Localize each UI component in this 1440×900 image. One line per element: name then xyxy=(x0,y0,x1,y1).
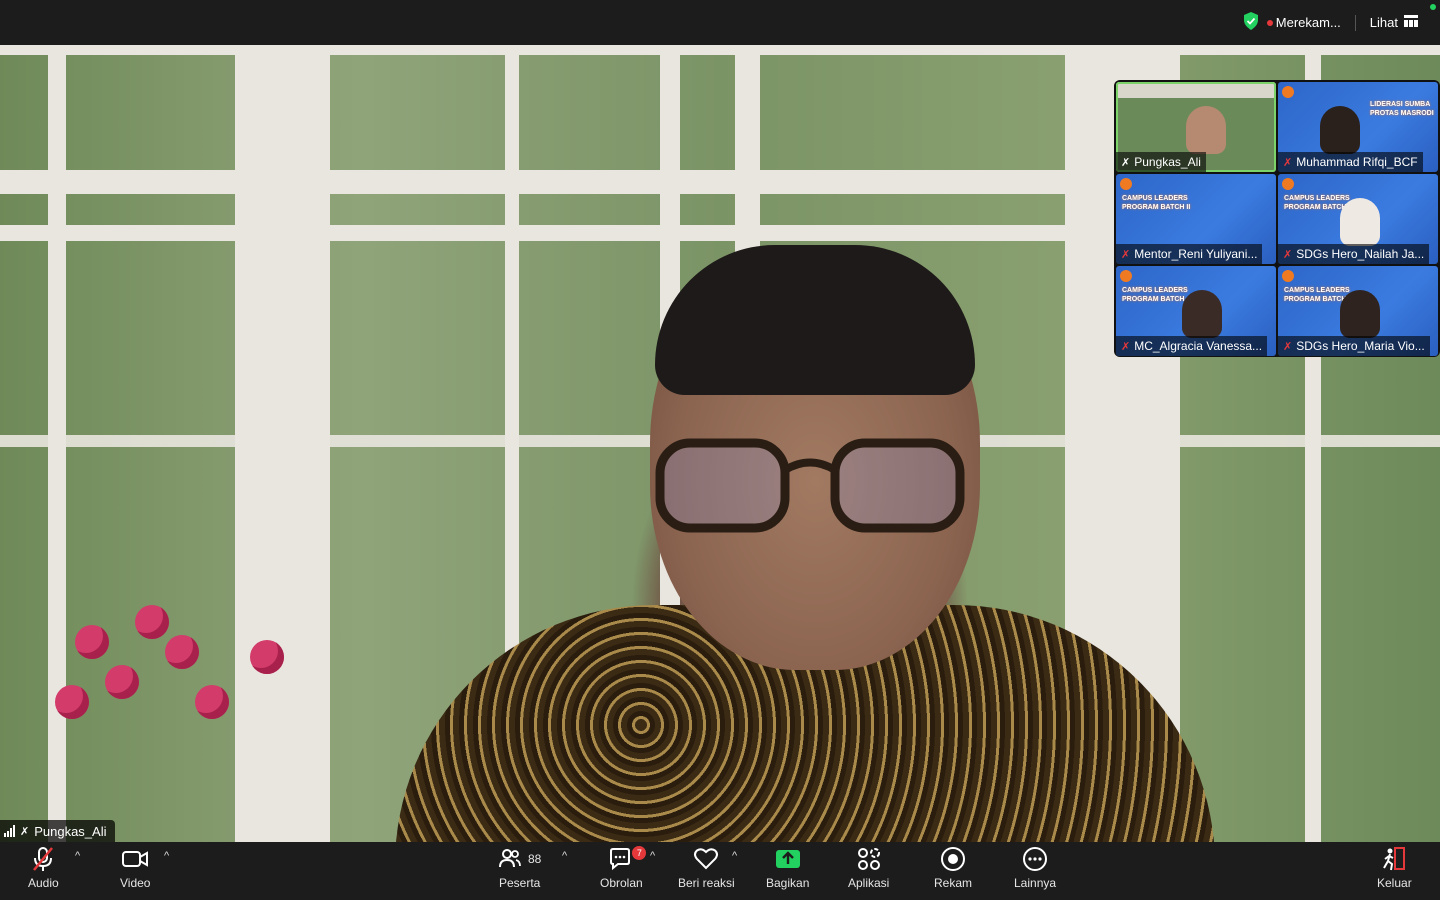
unmuted-mic-icon: ✗ xyxy=(1121,156,1131,169)
participant-tile[interactable]: CAMPUS LEADERS PROGRAM BATCH II ✗ Mentor… xyxy=(1116,174,1276,264)
leave-label: Keluar xyxy=(1377,876,1412,890)
muted-mic-icon xyxy=(31,846,55,872)
video-camera-icon xyxy=(121,846,149,872)
participant-label: ✗ SDGs Hero_Maria Vio... xyxy=(1278,336,1430,356)
banner-logo-icon xyxy=(1120,270,1132,282)
participant-tile[interactable]: ✗ Pungkas_Ali xyxy=(1116,82,1276,172)
participant-name: MC_Algracia Vanessa... xyxy=(1134,339,1263,353)
window-frame xyxy=(0,45,1440,55)
video-options-chevron-icon[interactable]: ^ xyxy=(164,850,169,862)
view-label: Lihat xyxy=(1369,15,1398,30)
pin-icon: ✗ xyxy=(20,825,30,838)
participants-label: Peserta xyxy=(499,876,541,890)
participant-gallery[interactable]: ✗ Pungkas_Ali LIDERASI SUMBA PROTAS MASR… xyxy=(1114,80,1440,357)
participant-tile[interactable]: CAMPUS LEADERS PROGRAM BATCH ✗ SDGs Hero… xyxy=(1278,174,1438,264)
muted-mic-icon: ✗ xyxy=(1283,248,1293,261)
leave-button[interactable]: Keluar xyxy=(1377,846,1412,890)
share-screen-icon xyxy=(775,846,801,872)
participant-video xyxy=(1182,290,1222,338)
reactions-button[interactable]: Beri reaksi xyxy=(678,846,735,890)
status-dot-icon xyxy=(1430,4,1436,10)
record-icon xyxy=(940,846,966,872)
apps-button[interactable]: Aplikasi xyxy=(848,846,889,890)
audio-options-chevron-icon[interactable]: ^ xyxy=(75,850,80,862)
chat-button[interactable]: 7 Obrolan xyxy=(600,846,647,890)
participant-video xyxy=(1320,106,1360,154)
participant-name: Mentor_Reni Yuliyani... xyxy=(1134,247,1258,261)
muted-mic-icon: ✗ xyxy=(1121,340,1131,353)
participant-name: SDGs Hero_Nailah Ja... xyxy=(1296,247,1425,261)
audio-label: Audio xyxy=(28,876,59,890)
participant-name: Pungkas_Ali xyxy=(1134,155,1201,169)
participant-video xyxy=(1340,198,1380,246)
banner-text: LIDERASI SUMBA PROTAS MASRODI xyxy=(1370,101,1434,117)
divider xyxy=(1354,14,1356,31)
top-bar: Merekam... Lihat xyxy=(0,0,1440,45)
grid-view-icon xyxy=(1404,15,1418,30)
participant-tile[interactable]: LIDERASI SUMBA PROTAS MASRODI ✗ Muhammad… xyxy=(1278,82,1438,172)
banner-text: CAMPUS LEADERS PROGRAM BATCH xyxy=(1284,287,1350,303)
participant-count: 88 xyxy=(528,852,542,866)
shield-icon[interactable] xyxy=(1243,12,1259,33)
muted-mic-icon: ✗ xyxy=(1121,248,1131,261)
banner-text: CAMPUS LEADERS PROGRAM BATCH xyxy=(1122,287,1188,303)
recording-label: Merekam... xyxy=(1275,15,1341,30)
chat-label: Obrolan xyxy=(600,876,643,890)
speaker-glasses xyxy=(655,438,965,533)
meeting-toolbar: Audio ^ Video ^ 88 Peserta ^ 7 Obrolan ^… xyxy=(0,842,1440,900)
chat-icon: 7 xyxy=(608,846,647,872)
leave-door-icon xyxy=(1381,846,1407,872)
banner-logo-icon xyxy=(1282,178,1294,190)
participant-tile[interactable]: CAMPUS LEADERS PROGRAM BATCH ✗ SDGs Hero… xyxy=(1278,266,1438,356)
apps-icon xyxy=(857,846,881,872)
record-label: Rekam xyxy=(934,876,973,890)
audio-button[interactable]: Audio xyxy=(28,846,59,890)
chat-options-chevron-icon[interactable]: ^ xyxy=(650,850,655,862)
recording-indicator[interactable]: Merekam... xyxy=(1266,15,1341,30)
banner-text: CAMPUS LEADERS PROGRAM BATCH xyxy=(1284,195,1350,211)
reactions-options-chevron-icon[interactable]: ^ xyxy=(732,850,737,862)
more-button[interactable]: Lainnya xyxy=(1014,846,1056,890)
more-label: Lainnya xyxy=(1014,876,1057,890)
muted-mic-icon: ✗ xyxy=(1283,340,1293,353)
more-icon xyxy=(1022,846,1048,872)
speaker-name: Pungkas_Ali xyxy=(34,823,107,839)
chat-unread-badge: 7 xyxy=(632,846,647,860)
participants-options-chevron-icon[interactable]: ^ xyxy=(562,850,567,862)
record-button[interactable]: Rekam xyxy=(934,846,972,890)
reactions-label: Beri reaksi xyxy=(678,876,735,890)
participant-label: ✗ Muhammad Rifqi_BCF xyxy=(1278,152,1423,172)
share-label: Bagikan xyxy=(766,876,810,890)
recording-dot-icon xyxy=(1266,19,1273,26)
participant-label: ✗ MC_Algracia Vanessa... xyxy=(1116,336,1268,356)
participant-label: ✗ SDGs Hero_Nailah Ja... xyxy=(1278,244,1430,264)
video-button[interactable]: Video xyxy=(120,846,150,890)
banner-logo-icon xyxy=(1282,270,1294,282)
participant-video xyxy=(1186,106,1226,154)
speaker-hair xyxy=(655,245,975,395)
banner-text: CAMPUS LEADERS PROGRAM BATCH II xyxy=(1122,195,1191,211)
participant-tile[interactable]: CAMPUS LEADERS PROGRAM BATCH ✗ MC_Algrac… xyxy=(1116,266,1276,356)
banner-logo-icon xyxy=(1120,178,1132,190)
connection-signal-icon xyxy=(4,825,15,837)
flower-vase xyxy=(35,605,295,805)
apps-label: Aplikasi xyxy=(848,876,890,890)
top-bar-status: Merekam... Lihat xyxy=(1243,12,1418,33)
participant-label: ✗ Mentor_Reni Yuliyani... xyxy=(1116,244,1263,264)
video-label: Video xyxy=(120,876,151,890)
speaker-name-tag: ✗ Pungkas_Ali xyxy=(0,820,115,842)
banner-logo-icon xyxy=(1282,86,1294,98)
share-screen-button[interactable]: Bagikan xyxy=(766,846,809,890)
participant-label: ✗ Pungkas_Ali xyxy=(1116,152,1206,172)
participant-video xyxy=(1340,290,1380,338)
participants-icon xyxy=(498,848,522,871)
muted-mic-icon: ✗ xyxy=(1283,156,1293,169)
participant-name: SDGs Hero_Maria Vio... xyxy=(1296,339,1425,353)
heart-icon xyxy=(693,846,719,872)
participants-button[interactable]: 88 Peserta xyxy=(498,846,541,890)
view-button[interactable]: Lihat xyxy=(1370,15,1418,30)
participant-name: Muhammad Rifqi_BCF xyxy=(1296,155,1418,169)
